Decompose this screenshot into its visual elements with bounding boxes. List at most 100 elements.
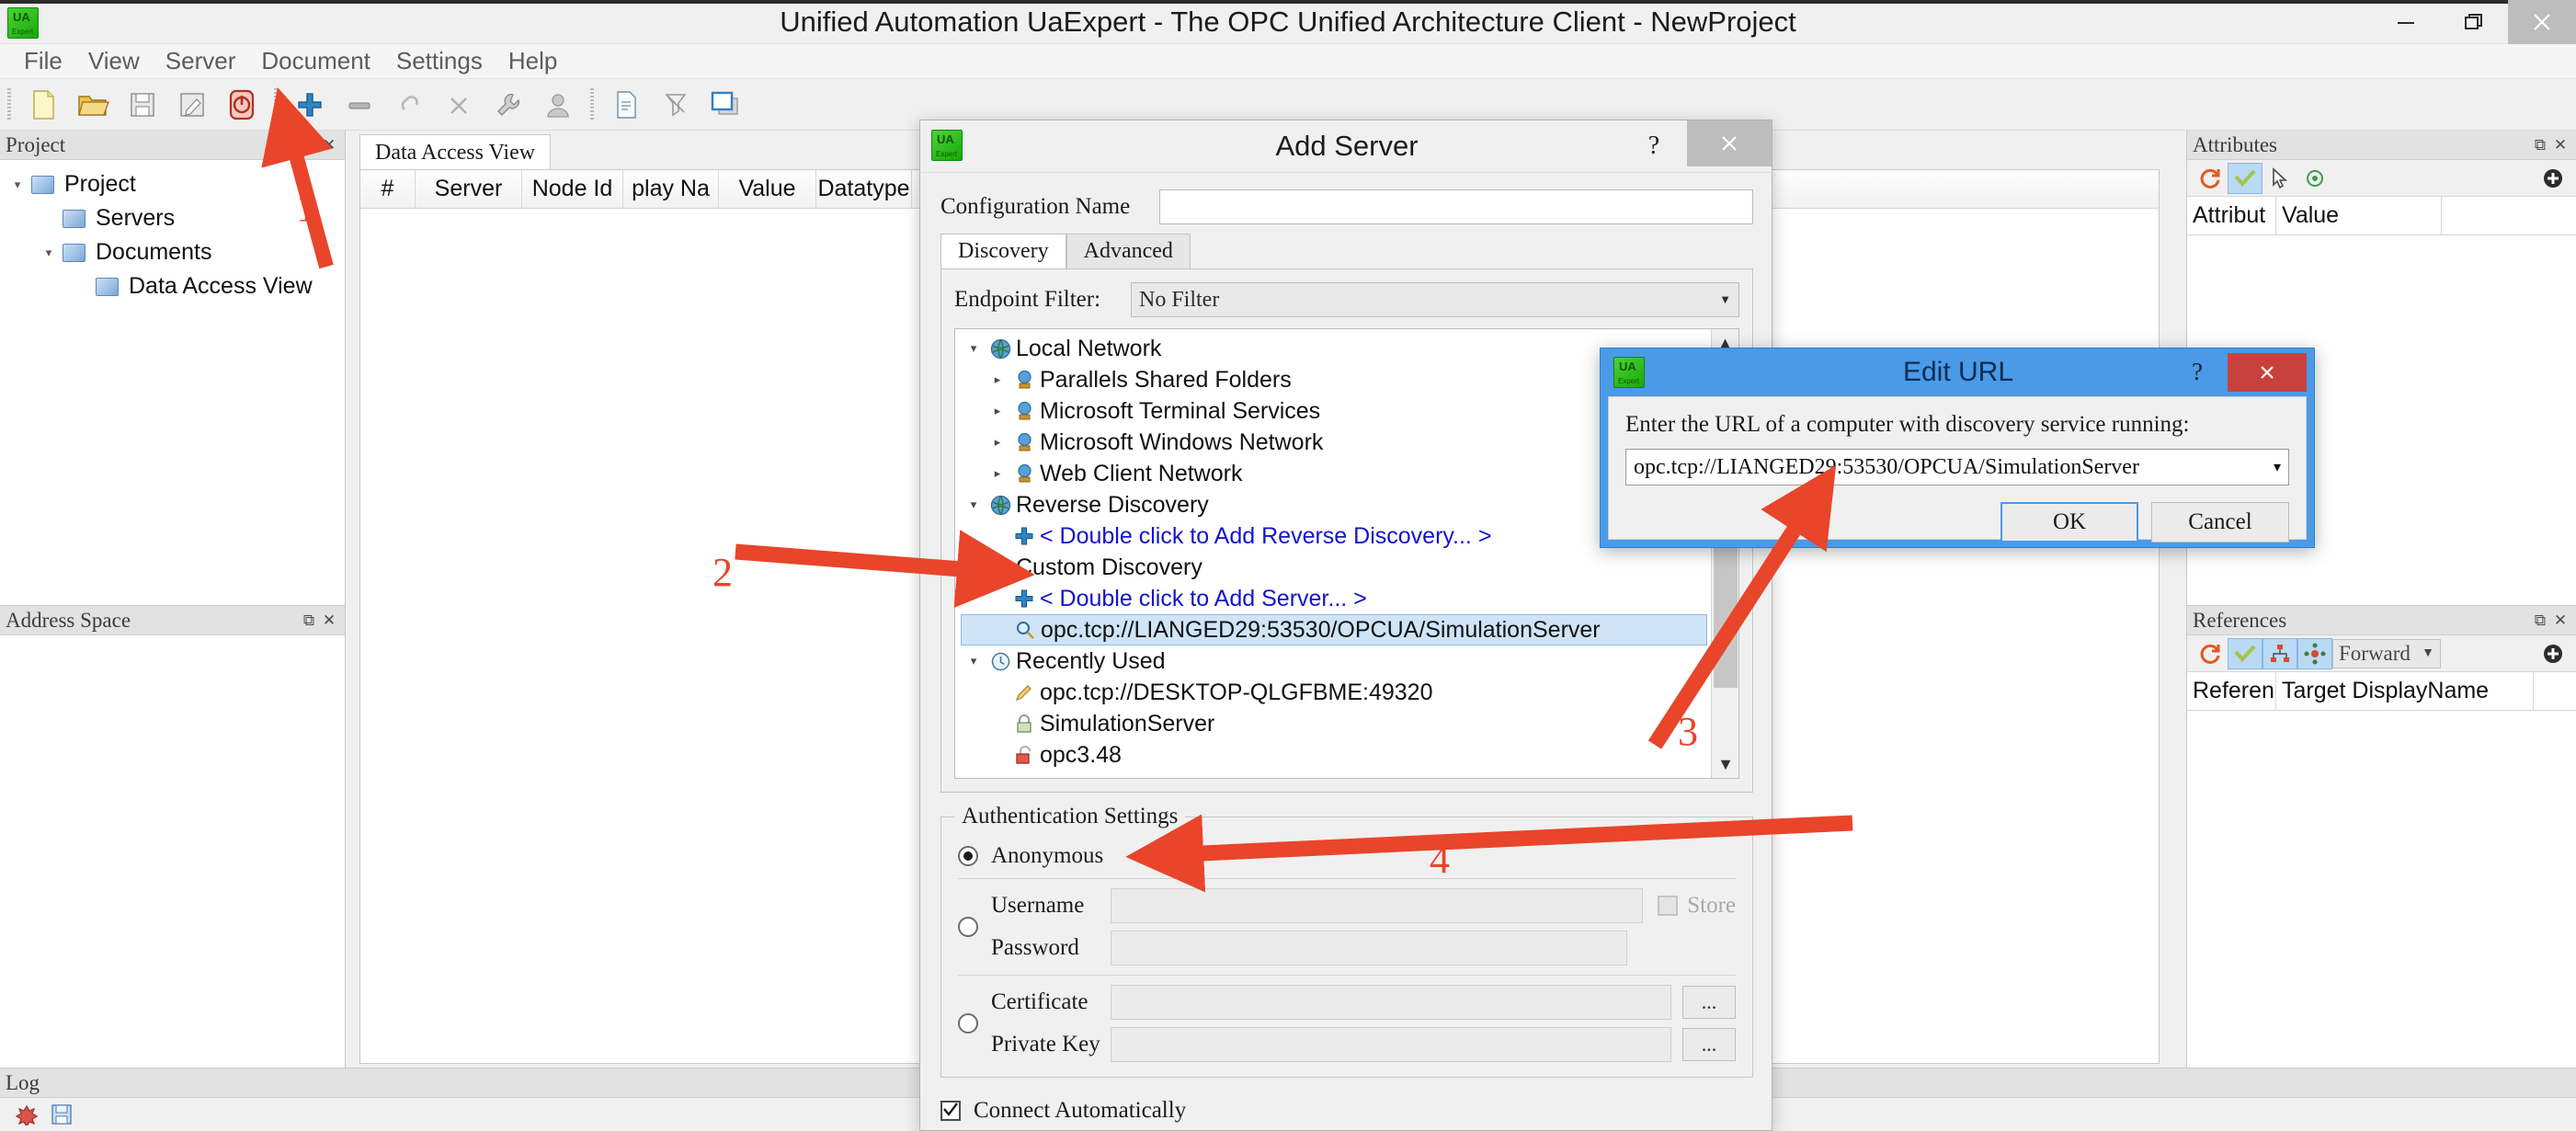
restore-icon[interactable]: [2440, 0, 2508, 44]
expand-arrow-icon[interactable]: ▾: [963, 341, 985, 356]
discovery-item-add-server[interactable]: < Double click to Add Server... >: [961, 583, 1709, 614]
select-cursor-icon[interactable]: [2263, 163, 2297, 194]
username-input[interactable]: [1111, 888, 1643, 923]
tab-discovery[interactable]: Discovery: [940, 234, 1066, 268]
column-header-server[interactable]: Server: [416, 170, 522, 208]
open-folder-icon[interactable]: [68, 83, 118, 127]
apply-check-icon[interactable]: [2228, 638, 2263, 669]
discovery-item-opc348[interactable]: opc3.48: [961, 739, 1709, 771]
tab-advanced[interactable]: Advanced: [1066, 234, 1191, 268]
tree-item-data-access-view[interactable]: Data Access View: [0, 269, 345, 303]
expand-arrow-icon[interactable]: ▾: [6, 177, 29, 192]
close-icon[interactable]: [2508, 0, 2576, 44]
reference-direction-select[interactable]: Forward ▼: [2332, 639, 2441, 668]
clear-log-icon[interactable]: [9, 1099, 44, 1130]
username-password-radio[interactable]: [958, 917, 978, 937]
add-icon[interactable]: [2536, 163, 2570, 194]
menu-settings[interactable]: Settings: [383, 47, 496, 75]
refresh-icon[interactable]: [2193, 163, 2228, 194]
collapse-arrow-icon[interactable]: ▸: [986, 466, 1009, 481]
cascade-windows-icon[interactable]: [701, 83, 750, 127]
refresh-icon[interactable]: [2193, 638, 2228, 669]
discovery-item-web-client-network[interactable]: ▸ Web Client Network: [961, 458, 1709, 489]
cancel-button[interactable]: Cancel: [2151, 502, 2289, 543]
highlight-icon[interactable]: [2297, 163, 2332, 194]
discovery-item-parallels-shared-folders[interactable]: ▸ Parallels Shared Folders: [961, 364, 1709, 395]
chevron-down-icon[interactable]: ▾: [2274, 458, 2281, 476]
add-icon[interactable]: [2536, 638, 2570, 669]
close-document-icon[interactable]: [651, 83, 701, 127]
close-icon[interactable]: ✕: [319, 611, 339, 630]
collapse-arrow-icon[interactable]: ▸: [986, 404, 1009, 418]
float-icon[interactable]: ⧉: [299, 136, 319, 154]
float-icon[interactable]: ⧉: [2530, 136, 2550, 154]
close-icon[interactable]: [2228, 353, 2307, 392]
expand-arrow-icon[interactable]: ▾: [37, 246, 61, 260]
edit-url-combobox[interactable]: opc.tcp://LIANGED29:53530/OPCUA/Simulati…: [1625, 449, 2289, 486]
toolbar-grip-3[interactable]: [590, 88, 594, 121]
float-icon[interactable]: ⧉: [299, 611, 319, 630]
menu-file[interactable]: File: [11, 47, 75, 75]
connect-automatically-checkbox[interactable]: [940, 1101, 961, 1121]
column-header-value[interactable]: Value: [719, 170, 816, 208]
discovery-item-microsoft-windows-network[interactable]: ▸ Microsoft Windows Network: [961, 427, 1709, 458]
toolbar-grip[interactable]: [7, 88, 11, 121]
connect-automatically-row[interactable]: Connect Automatically: [940, 1098, 1773, 1124]
anonymous-row[interactable]: Anonymous: [958, 843, 1736, 869]
discovery-item-simulation-server-url[interactable]: opc.tcp://LIANGED29:53530/OPCUA/Simulati…: [961, 614, 1707, 645]
discovery-item-microsoft-terminal-services[interactable]: ▸ Microsoft Terminal Services: [961, 395, 1709, 427]
save-log-icon[interactable]: [44, 1099, 79, 1130]
discovery-item-local-network[interactable]: ▾ Local Network: [961, 333, 1709, 364]
column-header-value[interactable]: Value: [2276, 197, 2442, 234]
column-header-datatype[interactable]: Datatype: [816, 170, 912, 208]
tree-item-documents[interactable]: ▾ Documents: [0, 235, 345, 269]
column-header-attribute[interactable]: Attribut: [2187, 197, 2276, 234]
menu-document[interactable]: Document: [248, 47, 383, 75]
column-header-display-name[interactable]: play Na: [623, 170, 719, 208]
expand-arrow-icon[interactable]: ▾: [963, 654, 985, 668]
save-icon[interactable]: [118, 83, 167, 127]
column-header-index[interactable]: #: [360, 170, 416, 208]
new-document-window-icon[interactable]: [601, 83, 651, 127]
close-icon[interactable]: ✕: [319, 136, 339, 154]
help-icon[interactable]: ?: [2182, 356, 2213, 387]
apply-check-icon[interactable]: [2228, 163, 2263, 194]
ok-button[interactable]: OK: [2000, 502, 2138, 543]
certificate-browse-button[interactable]: ...: [1682, 986, 1736, 1019]
column-header-target-displayname[interactable]: Target DisplayName: [2276, 672, 2534, 710]
disconnect-icon[interactable]: [217, 83, 267, 127]
discovery-item-reverse-discovery[interactable]: ▾ Reverse Discovery: [961, 489, 1709, 520]
node-icon[interactable]: [2297, 638, 2332, 669]
endpoint-filter-select[interactable]: No Filter ▼: [1131, 282, 1739, 317]
collapse-arrow-icon[interactable]: ▸: [986, 435, 1009, 450]
close-icon[interactable]: ✕: [2550, 136, 2570, 154]
tree-item-servers[interactable]: Servers: [0, 201, 345, 235]
store-checkbox[interactable]: [1658, 896, 1678, 916]
discovery-item-desktop-qlgfbme[interactable]: opc.tcp://DESKTOP-QLGFBME:49320: [961, 677, 1709, 708]
expand-arrow-icon[interactable]: ▾: [963, 497, 985, 512]
certificate-input[interactable]: [1111, 985, 1671, 1020]
collapse-arrow-icon[interactable]: ▸: [986, 372, 1009, 387]
anonymous-radio[interactable]: [958, 846, 978, 866]
discovery-item-recently-used[interactable]: ▾ Recently Used: [961, 645, 1709, 677]
scroll-down-icon[interactable]: ▼: [1712, 750, 1739, 778]
help-icon[interactable]: ?: [1637, 130, 1670, 163]
connect-icon[interactable]: [384, 83, 434, 127]
close-icon[interactable]: ✕: [2550, 611, 2570, 630]
new-document-icon[interactable]: [18, 83, 68, 127]
column-header-reference[interactable]: Referen: [2187, 672, 2276, 710]
menu-help[interactable]: Help: [496, 47, 570, 75]
discovery-item-add-reverse-discovery[interactable]: < Double click to Add Reverse Discovery.…: [961, 520, 1709, 552]
menu-view[interactable]: View: [75, 47, 153, 75]
float-icon[interactable]: ⧉: [2530, 611, 2550, 630]
certificate-radio[interactable]: [958, 1013, 978, 1034]
configure-icon[interactable]: [484, 83, 533, 127]
private-key-browse-button[interactable]: ...: [1682, 1028, 1736, 1061]
toolbar-grip-2[interactable]: [274, 88, 278, 121]
configuration-name-input[interactable]: [1159, 189, 1753, 224]
password-input[interactable]: [1111, 931, 1627, 965]
hierarchy-icon[interactable]: [2263, 638, 2297, 669]
private-key-input[interactable]: [1111, 1027, 1671, 1062]
discovery-item-simulationserver[interactable]: SimulationServer: [961, 708, 1709, 739]
column-header-node-id[interactable]: Node Id: [522, 170, 623, 208]
